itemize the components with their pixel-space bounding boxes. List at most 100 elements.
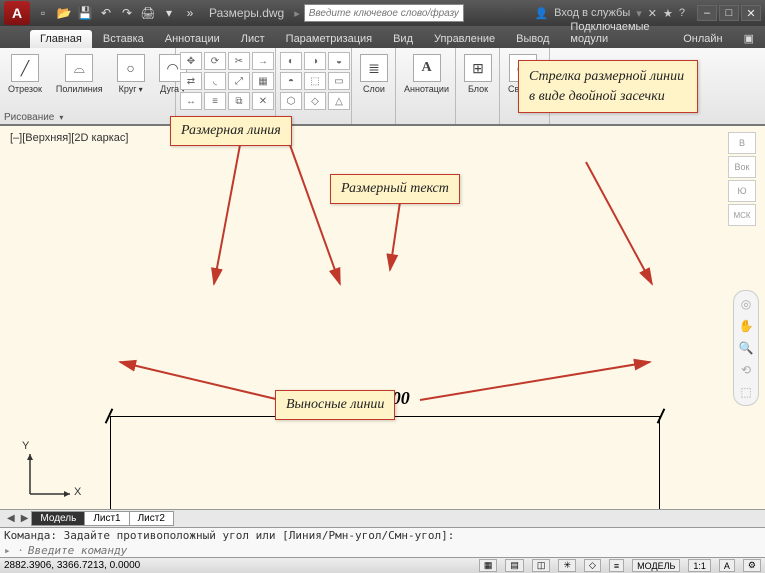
- status-grid-icon[interactable]: ▤: [505, 559, 524, 572]
- qat-more-icon[interactable]: ▾: [160, 4, 178, 22]
- tool-erase-icon[interactable]: ✕: [252, 92, 274, 110]
- qat-plot-icon[interactable]: 🖨: [139, 4, 157, 22]
- tool-g-icon[interactable]: ⬡: [280, 92, 302, 110]
- status-model-button[interactable]: МОДЕЛЬ: [632, 559, 680, 572]
- block-panel: ⊞ Блок: [456, 48, 500, 124]
- layout-tab-sheet2[interactable]: Лист2: [129, 511, 174, 526]
- layout-tab-model[interactable]: Модель: [31, 511, 85, 526]
- keyword-search-input[interactable]: [304, 4, 464, 22]
- nav-pan-icon[interactable]: ✋: [737, 317, 755, 335]
- status-snap-icon[interactable]: ▦: [479, 559, 498, 572]
- ucs-x-label: X: [74, 486, 81, 498]
- tab-home[interactable]: Главная: [30, 30, 92, 48]
- status-ortho-icon[interactable]: ◫: [532, 559, 551, 572]
- viewport-label[interactable]: [–][Верхняя][2D каркас]: [10, 132, 128, 144]
- tool-d-icon[interactable]: ◓: [280, 72, 302, 90]
- tab-expand-icon[interactable]: ▣: [734, 29, 764, 48]
- command-input[interactable]: [28, 544, 761, 557]
- tool-trim-icon[interactable]: ✂: [228, 52, 250, 70]
- viewcube-wcs[interactable]: Ю: [728, 180, 756, 202]
- tool-rotate-icon[interactable]: ⟳: [204, 52, 226, 70]
- qat-new-icon[interactable]: ▫: [34, 4, 52, 22]
- circle-button[interactable]: ○ Круг: [113, 52, 149, 97]
- viewcube-top[interactable]: В: [728, 132, 756, 154]
- tool-stretch-icon[interactable]: ↔: [180, 92, 202, 110]
- draw-panel: ╱ Отрезок ⌓ Полилиния ○ Круг ◠ Дуга Рисо…: [0, 48, 176, 124]
- nav-zoom-icon[interactable]: 🔍: [737, 339, 755, 357]
- status-workspace-icon[interactable]: ⚙: [743, 559, 761, 572]
- line-icon: ╱: [11, 54, 39, 82]
- block-icon: ⊞: [464, 54, 492, 82]
- line-button[interactable]: ╱ Отрезок: [4, 52, 46, 96]
- status-osnap-icon[interactable]: ◇: [584, 559, 601, 572]
- command-line-area: Команда: Задайте противоположный угол ил…: [0, 527, 765, 557]
- command-history: Команда: Задайте противоположный угол ил…: [4, 529, 761, 542]
- circle-icon: ○: [117, 54, 145, 82]
- status-lwt-icon[interactable]: ≡: [609, 559, 624, 572]
- help-icon[interactable]: ?: [679, 7, 685, 19]
- app-logo[interactable]: A: [4, 1, 30, 25]
- tool-c-icon[interactable]: ◒: [328, 52, 350, 70]
- qat-open-icon[interactable]: 📂: [55, 4, 73, 22]
- layers-panel: ≣ Слои: [352, 48, 396, 124]
- minimize-button[interactable]: –: [697, 5, 717, 21]
- tool-move-icon[interactable]: ✥: [180, 52, 202, 70]
- status-coordinates: 2882.3906, 3366.7213, 0.0000: [4, 560, 140, 571]
- nav-showall-icon[interactable]: ⬚: [737, 383, 755, 401]
- layout-prev-icon[interactable]: ◀: [4, 513, 18, 524]
- tool-i-icon[interactable]: △: [328, 92, 350, 110]
- polyline-icon: ⌓: [65, 54, 93, 82]
- tab-view[interactable]: Вид: [383, 30, 423, 48]
- status-bar: 2882.3906, 3366.7213, 0.0000 ▦ ▤ ◫ ✳ ◇ ≡…: [0, 557, 765, 573]
- tool-b-icon[interactable]: ◑: [304, 52, 326, 70]
- callout-dimension-text: Размерный текст: [330, 174, 460, 204]
- tool-copy-icon[interactable]: ⧉: [228, 92, 250, 110]
- tool-a-icon[interactable]: ◐: [280, 52, 302, 70]
- callout-dimension-line: Размерная линия: [170, 116, 292, 146]
- tool-fillet-icon[interactable]: ◟: [204, 72, 226, 90]
- qat-undo-icon[interactable]: ↶: [97, 4, 115, 22]
- polyline-button[interactable]: ⌓ Полилиния: [52, 52, 107, 96]
- tab-parametric[interactable]: Параметризация: [276, 30, 382, 48]
- modify-panel-2: ◐ ◑ ◒ ◓ ⬚ ▭ ⬡ ◇ △: [276, 48, 352, 124]
- callout-arrow-style: Стрелка размерной линии в виде двойной з…: [518, 60, 698, 113]
- qat-save-icon[interactable]: 💾: [76, 4, 94, 22]
- status-scale[interactable]: 1:1: [688, 559, 711, 572]
- layout-next-icon[interactable]: ▶: [18, 513, 32, 524]
- draw-panel-title[interactable]: Рисование: [4, 112, 63, 123]
- tool-h-icon[interactable]: ◇: [304, 92, 326, 110]
- tool-extend-icon[interactable]: →: [252, 52, 274, 70]
- tab-online[interactable]: Онлайн: [673, 30, 732, 48]
- tab-manage[interactable]: Управление: [424, 30, 505, 48]
- status-anno-icon[interactable]: A: [719, 559, 735, 572]
- tool-e-icon[interactable]: ⬚: [304, 72, 326, 90]
- tool-array-icon[interactable]: ▦: [252, 72, 274, 90]
- tab-plugins[interactable]: Подключаемые модули: [560, 18, 672, 48]
- viewcube-front[interactable]: Вок: [728, 156, 756, 178]
- tool-scale-icon[interactable]: ⤢: [228, 72, 250, 90]
- tool-mirror-icon[interactable]: ⇄: [180, 72, 202, 90]
- tab-annotations[interactable]: Аннотации: [155, 30, 230, 48]
- nav-orbit-icon[interactable]: ⟲: [737, 361, 755, 379]
- nav-wheel-icon[interactable]: ◎: [737, 295, 755, 313]
- tool-offset-icon[interactable]: ≡: [204, 92, 226, 110]
- block-button[interactable]: ⊞ Блок: [460, 52, 496, 96]
- navigation-bar: ◎ ✋ 🔍 ⟲ ⬚: [733, 290, 759, 406]
- viewcube-coord[interactable]: МСК: [728, 204, 756, 226]
- tab-output[interactable]: Вывод: [506, 30, 559, 48]
- qat-expand-icon[interactable]: »: [181, 4, 199, 22]
- tab-insert[interactable]: Вставка: [93, 30, 154, 48]
- close-button[interactable]: ✕: [741, 5, 761, 21]
- tab-sheet[interactable]: Лист: [231, 30, 275, 48]
- layout-tab-sheet1[interactable]: Лист1: [84, 511, 129, 526]
- maximize-button[interactable]: □: [719, 5, 739, 21]
- callout-extension-lines: Выносные линии: [275, 390, 395, 420]
- annotation-button[interactable]: A Аннотации: [400, 52, 453, 96]
- text-icon: A: [413, 54, 441, 82]
- tool-f-icon[interactable]: ▭: [328, 72, 350, 90]
- qat-redo-icon[interactable]: ↷: [118, 4, 136, 22]
- view-cube[interactable]: В Вок Ю МСК: [725, 130, 759, 240]
- ucs-icon: X Y: [20, 444, 80, 507]
- layers-button[interactable]: ≣ Слои: [356, 52, 392, 96]
- status-polar-icon[interactable]: ✳: [558, 559, 576, 572]
